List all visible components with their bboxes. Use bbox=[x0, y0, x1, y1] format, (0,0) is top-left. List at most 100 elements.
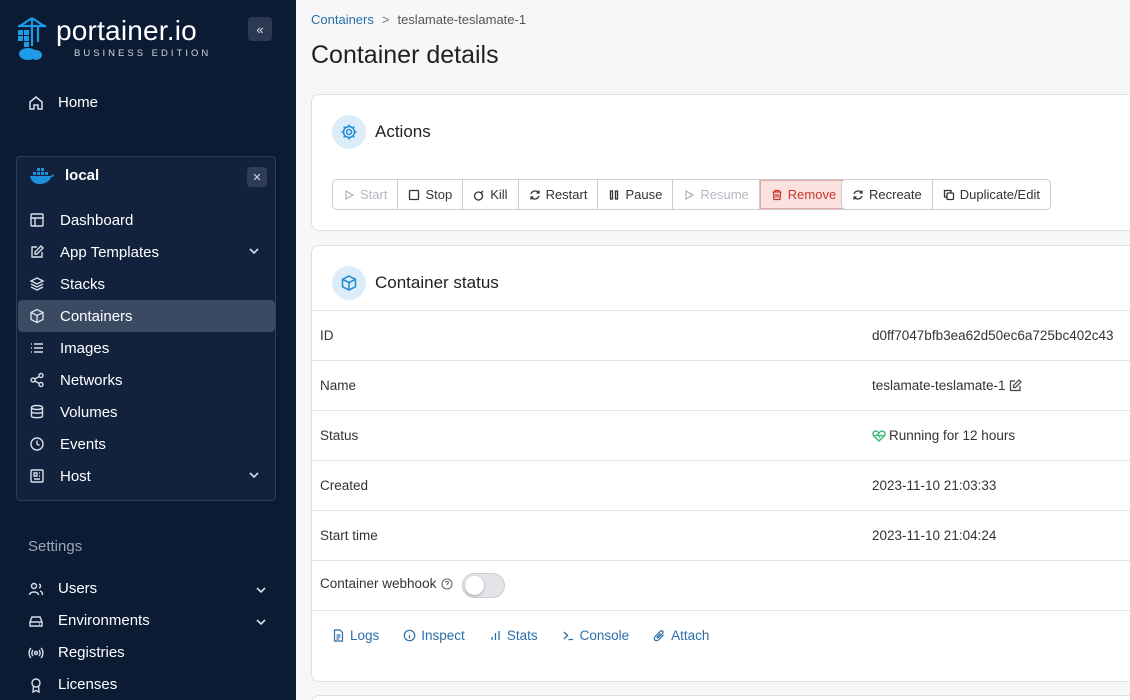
docker-icon bbox=[29, 165, 55, 185]
host-icon bbox=[29, 468, 45, 484]
bar-chart-icon bbox=[489, 629, 502, 642]
detail-row-name: Name teslamate-teslamate-1 bbox=[312, 360, 1130, 410]
sidebar-item-app-templates[interactable]: App Templates bbox=[18, 236, 275, 268]
chevron-down-icon[interactable] bbox=[247, 244, 261, 258]
sidebar-item-label: Home bbox=[58, 94, 99, 111]
breadcrumb-separator: > bbox=[381, 12, 390, 27]
help-circle-icon[interactable] bbox=[441, 577, 453, 590]
detail-label: Name bbox=[320, 378, 357, 393]
resume-button-label: Resume bbox=[700, 187, 749, 202]
pause-button[interactable]: Pause bbox=[598, 180, 674, 209]
sidebar-item-dashboard[interactable]: Dashboard bbox=[18, 204, 275, 236]
sidebar-item-label: App Templates bbox=[60, 243, 159, 261]
sidebar-item-containers[interactable]: Containers bbox=[18, 300, 275, 332]
heartbeat-icon bbox=[872, 429, 886, 443]
logs-link[interactable]: Logs bbox=[332, 628, 379, 643]
refresh-icon bbox=[529, 189, 541, 201]
box-icon bbox=[332, 266, 366, 300]
sidebar-item-home[interactable]: Home bbox=[28, 94, 98, 111]
box-icon bbox=[29, 308, 45, 324]
sidebar-item-volumes[interactable]: Volumes bbox=[18, 396, 275, 428]
toggle-knob bbox=[465, 576, 484, 595]
remove-button[interactable]: Remove bbox=[759, 180, 848, 209]
sidebar-item-label: Images bbox=[60, 339, 110, 357]
container-name-text: teslamate-teslamate-1 bbox=[872, 378, 1006, 393]
copy-icon bbox=[943, 189, 955, 201]
database-icon bbox=[29, 404, 45, 420]
play-icon bbox=[343, 189, 355, 201]
detail-row-webhook: Container webhook bbox=[312, 560, 1130, 610]
sidebar-item-label: Dashboard bbox=[60, 211, 134, 229]
sidebar-item-users[interactable]: Users bbox=[28, 580, 268, 597]
recreate-button[interactable]: Recreate bbox=[842, 180, 933, 209]
layers-icon bbox=[29, 276, 45, 292]
main-content: Containers > teslamate-teslamate-1 Contain… bbox=[296, 0, 1130, 700]
sidebar-item-networks[interactable]: Networks bbox=[18, 364, 275, 396]
portainer-logo[interactable]: portainer.io BUSINESS EDITION bbox=[16, 16, 211, 62]
inspect-link[interactable]: Inspect bbox=[403, 628, 465, 643]
sidebar-item-images[interactable]: Images bbox=[18, 332, 275, 364]
chevron-down-icon[interactable] bbox=[254, 615, 268, 629]
dashboard-icon bbox=[29, 212, 45, 228]
stats-link-label: Stats bbox=[506, 628, 538, 643]
resume-button[interactable]: Resume bbox=[673, 180, 760, 209]
stats-link[interactable]: Stats bbox=[489, 628, 538, 643]
info-icon bbox=[403, 629, 416, 642]
detail-label: Created bbox=[320, 478, 369, 493]
restart-button-label: Restart bbox=[545, 187, 588, 202]
container-name-value: teslamate-teslamate-1 bbox=[872, 378, 1022, 393]
sidebar-item-label: Environments bbox=[58, 612, 150, 629]
hard-drive-icon bbox=[28, 613, 44, 629]
chevron-down-icon[interactable] bbox=[247, 468, 261, 482]
actions-title: Actions bbox=[375, 122, 431, 141]
webhook-label: Container webhook bbox=[320, 576, 437, 591]
stop-button[interactable]: Stop bbox=[398, 180, 464, 209]
sidebar-item-label: Registries bbox=[58, 644, 125, 661]
breadcrumb-current: teslamate-teslamate-1 bbox=[397, 12, 527, 27]
sidebar-item-host[interactable]: Host bbox=[18, 460, 275, 492]
duplicate-edit-button[interactable]: Duplicate/Edit bbox=[933, 180, 1050, 209]
sidebar-item-events[interactable]: Events bbox=[18, 428, 275, 460]
home-icon bbox=[28, 95, 44, 111]
recreate-button-label: Recreate bbox=[869, 187, 922, 202]
sidebar-item-environments[interactable]: Environments bbox=[28, 612, 268, 629]
restart-button[interactable]: Restart bbox=[519, 180, 599, 209]
breadcrumb: Containers > teslamate-teslamate-1 bbox=[311, 12, 526, 27]
container-status-card: Container status ID d0ff7047bfb3ea62d50e… bbox=[311, 245, 1130, 682]
remove-button-label: Remove bbox=[787, 187, 837, 202]
container-status-header: Container status bbox=[332, 266, 499, 300]
container-links: Logs Inspect Stats Console Attach bbox=[332, 628, 733, 643]
breadcrumb-containers-link[interactable]: Containers bbox=[311, 12, 374, 27]
detail-row-start-time: Start time 2023-11-10 21:04:24 bbox=[312, 510, 1130, 560]
edit-icon bbox=[29, 244, 45, 260]
list-icon bbox=[29, 340, 45, 356]
actions-card: Actions Start Stop Kill Restart Pause Re… bbox=[311, 94, 1130, 231]
console-link[interactable]: Console bbox=[562, 628, 629, 643]
next-card bbox=[311, 695, 1130, 700]
edit-icon[interactable] bbox=[1009, 379, 1022, 392]
detail-row-links bbox=[312, 610, 1130, 683]
sidebar-item-label: Users bbox=[58, 580, 98, 597]
start-button[interactable]: Start bbox=[333, 180, 399, 209]
kill-button[interactable]: Kill bbox=[463, 180, 519, 209]
collapse-sidebar-button[interactable]: « bbox=[248, 17, 272, 41]
detail-row-id: ID d0ff7047bfb3ea62d50ec6a725bc402c43 bbox=[312, 310, 1130, 360]
terminal-icon bbox=[562, 629, 575, 642]
sidebar-item-licenses[interactable]: Licenses bbox=[28, 676, 117, 693]
bomb-icon bbox=[473, 189, 485, 201]
crane-logo-icon bbox=[16, 16, 50, 62]
pause-icon bbox=[608, 189, 620, 201]
sidebar-item-registries[interactable]: Registries bbox=[28, 644, 125, 661]
clock-icon bbox=[29, 436, 45, 452]
environment-panel: local ✕ Dashboard App Templates Stacks C… bbox=[16, 156, 276, 501]
environment-header: local bbox=[29, 165, 99, 185]
chevron-down-icon[interactable] bbox=[254, 583, 268, 597]
webhook-toggle[interactable] bbox=[462, 573, 505, 598]
sidebar-item-stacks[interactable]: Stacks bbox=[18, 268, 275, 300]
kill-button-label: Kill bbox=[490, 187, 508, 202]
sidebar-item-label: Containers bbox=[60, 307, 133, 325]
sidebar-item-label: Licenses bbox=[58, 676, 118, 693]
close-environment-button[interactable]: ✕ bbox=[247, 167, 267, 187]
close-icon: ✕ bbox=[252, 171, 262, 184]
attach-link[interactable]: Attach bbox=[653, 628, 709, 643]
